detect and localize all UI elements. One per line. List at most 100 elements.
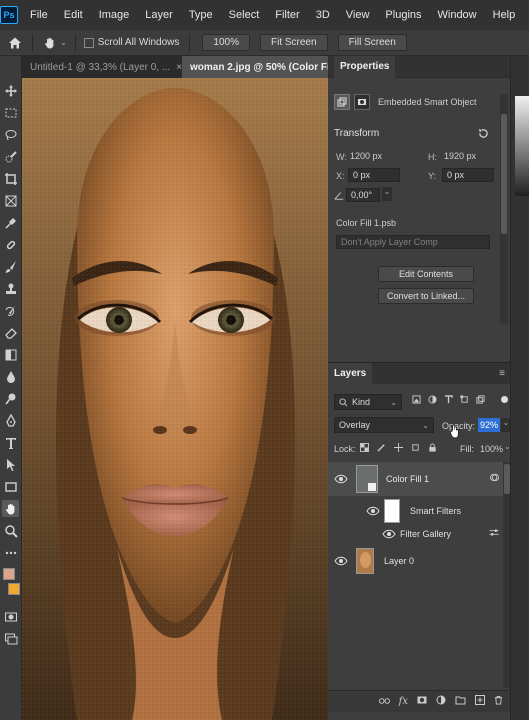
- tab-properties[interactable]: Properties: [334, 55, 396, 78]
- layer-name[interactable]: Layer 0: [384, 556, 414, 566]
- zoom-tool-icon[interactable]: [2, 522, 19, 539]
- background-color-swatch[interactable]: [8, 583, 20, 595]
- home-icon[interactable]: [8, 36, 22, 50]
- eraser-tool-icon[interactable]: [2, 324, 19, 341]
- layer-row-color-fill-1[interactable]: Color Fill 1: [328, 462, 511, 496]
- marquee-tool-icon[interactable]: [2, 104, 19, 121]
- eyedropper-tool-icon[interactable]: [2, 214, 19, 231]
- width-value[interactable]: 1200 px: [350, 151, 382, 161]
- menu-help[interactable]: Help: [485, 9, 524, 21]
- filter-effects-icon[interactable]: [490, 473, 499, 485]
- type-tool-icon[interactable]: [2, 434, 19, 451]
- edit-contents-button[interactable]: Edit Contents: [378, 266, 474, 282]
- screen-mode-icon[interactable]: [2, 630, 19, 647]
- filter-type-layers-icon[interactable]: [444, 395, 453, 407]
- move-tool-icon[interactable]: [2, 82, 19, 99]
- scroll-all-windows-checkbox[interactable]: [83, 37, 94, 48]
- chevron-down-icon[interactable]: ⌄: [382, 187, 392, 201]
- lock-artboard-icon[interactable]: [411, 443, 420, 455]
- y-position-input[interactable]: 0 px: [442, 168, 494, 182]
- menu-file[interactable]: File: [22, 9, 56, 21]
- zoom-100-button[interactable]: 100%: [202, 34, 250, 51]
- menu-layer[interactable]: Layer: [137, 9, 181, 21]
- path-selection-tool-icon[interactable]: [2, 456, 19, 473]
- menu-edit[interactable]: Edit: [56, 9, 91, 21]
- fit-screen-button[interactable]: Fit Screen: [259, 34, 328, 51]
- layer-row-filter-gallery[interactable]: Filter Gallery: [328, 526, 511, 542]
- new-layer-icon[interactable]: [475, 695, 485, 708]
- tab-woman-2[interactable]: woman 2.jpg @ 50% (Color Fi: [182, 56, 328, 78]
- height-value[interactable]: 1920 px: [444, 151, 476, 161]
- lasso-tool-icon[interactable]: [2, 126, 19, 143]
- hand-tool-icon[interactable]: [2, 500, 19, 517]
- frame-tool-icon[interactable]: [2, 192, 19, 209]
- more-tools-icon[interactable]: [2, 544, 19, 561]
- hand-tool-icon[interactable]: [43, 36, 57, 50]
- visibility-eye-icon[interactable]: [366, 506, 380, 516]
- panel-menu-icon[interactable]: ≡: [499, 368, 505, 379]
- delete-layer-trash-icon[interactable]: [494, 695, 503, 708]
- lock-transparent-pixels-icon[interactable]: [360, 443, 369, 455]
- layer-filter-kind-select[interactable]: Kind ⌄: [334, 394, 402, 410]
- new-group-folder-icon[interactable]: [455, 695, 466, 708]
- layer-comp-select[interactable]: Don't Apply Layer Comp: [336, 235, 490, 249]
- lock-image-pixels-icon[interactable]: [377, 443, 386, 455]
- foreground-color-swatch[interactable]: [3, 568, 15, 580]
- color-ramp[interactable]: [515, 96, 529, 196]
- rectangle-tool-icon[interactable]: [2, 478, 19, 495]
- filter-mask-thumbnail[interactable]: [384, 499, 400, 523]
- add-mask-icon[interactable]: [417, 695, 427, 708]
- document-canvas[interactable]: [22, 78, 328, 720]
- filter-shape-layers-icon[interactable]: [460, 395, 469, 407]
- chevron-down-icon[interactable]: ⌄: [60, 38, 67, 47]
- angle-input[interactable]: 0,00°: [346, 188, 380, 202]
- menu-view[interactable]: View: [338, 9, 378, 21]
- layer-row-smart-filters[interactable]: Smart Filters: [328, 498, 511, 524]
- lock-all-icon[interactable]: [428, 443, 437, 455]
- layer-style-fx-icon[interactable]: fx: [399, 696, 408, 707]
- menu-select[interactable]: Select: [221, 9, 268, 21]
- quick-selection-tool-icon[interactable]: [2, 148, 19, 165]
- filter-adjustment-layers-icon[interactable]: [428, 395, 437, 407]
- visibility-eye-icon[interactable]: [382, 529, 396, 539]
- new-adjustment-layer-icon[interactable]: [436, 695, 446, 708]
- angle-icon: [334, 190, 344, 203]
- clone-stamp-tool-icon[interactable]: [2, 280, 19, 297]
- opacity-input[interactable]: 92%: [478, 418, 500, 432]
- filter-pixel-layers-icon[interactable]: [412, 395, 421, 407]
- visibility-eye-icon[interactable]: [334, 474, 348, 484]
- reset-transform-icon[interactable]: [478, 128, 489, 142]
- blur-tool-icon[interactable]: [2, 368, 19, 385]
- menu-filter[interactable]: Filter: [267, 9, 307, 21]
- menu-image[interactable]: Image: [91, 9, 138, 21]
- dodge-tool-icon[interactable]: [2, 390, 19, 407]
- convert-to-linked-button[interactable]: Convert to Linked...: [378, 288, 474, 304]
- healing-brush-tool-icon[interactable]: [2, 236, 19, 253]
- menu-plugins[interactable]: Plugins: [377, 9, 429, 21]
- properties-scrollbar[interactable]: [500, 94, 508, 324]
- filter-smart-objects-icon[interactable]: [476, 395, 485, 407]
- filter-blending-options-icon[interactable]: [489, 528, 499, 540]
- menu-3d[interactable]: 3D: [308, 9, 338, 21]
- pen-tool-icon[interactable]: [2, 412, 19, 429]
- visibility-eye-icon[interactable]: [334, 556, 348, 566]
- filter-toggle-icon[interactable]: [501, 396, 508, 403]
- fill-screen-button[interactable]: Fill Screen: [337, 34, 407, 51]
- tab-layers[interactable]: Layers: [328, 362, 373, 385]
- history-brush-tool-icon[interactable]: [2, 302, 19, 319]
- link-layers-icon[interactable]: [378, 696, 390, 708]
- layer-name[interactable]: Color Fill 1: [386, 474, 429, 484]
- crop-tool-icon[interactable]: [2, 170, 19, 187]
- lock-position-icon[interactable]: [394, 443, 403, 455]
- blend-mode-select[interactable]: Overlay ⌄: [334, 417, 434, 433]
- tab-untitled-1[interactable]: Untitled-1 @ 33,3% (Layer 0, ... ×: [22, 56, 182, 78]
- layer-row-layer-0[interactable]: Layer 0: [328, 546, 511, 576]
- x-position-input[interactable]: 0 px: [348, 168, 400, 182]
- menu-type[interactable]: Type: [181, 9, 221, 21]
- fill-value[interactable]: 100%: [480, 444, 503, 454]
- brush-tool-icon[interactable]: [2, 258, 19, 275]
- menu-window[interactable]: Window: [430, 9, 485, 21]
- quick-mask-icon[interactable]: [2, 608, 19, 625]
- layer-filter-icons: [412, 395, 485, 407]
- gradient-tool-icon[interactable]: [2, 346, 19, 363]
